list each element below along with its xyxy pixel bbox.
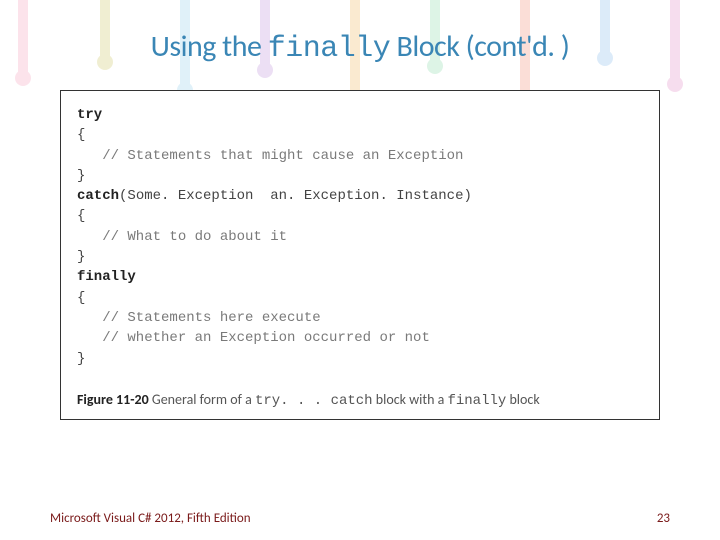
- kw-try: try: [77, 107, 102, 123]
- title-post: Block (cont'd. ): [390, 28, 569, 65]
- kw-catch: catch: [77, 188, 119, 204]
- brace: {: [77, 208, 85, 224]
- caption-text: General form of a: [149, 391, 255, 408]
- page-number: 23: [657, 511, 670, 526]
- brace: }: [77, 249, 85, 265]
- kw-finally: finally: [77, 269, 136, 285]
- title-pre: Using the: [151, 28, 268, 65]
- title-code: finally: [268, 32, 391, 66]
- caption-text: block: [506, 391, 539, 408]
- brace: }: [77, 351, 85, 367]
- comment: // What to do about it: [77, 229, 287, 245]
- caption-code: finally: [447, 393, 506, 409]
- code-block: try { // Statements that might cause an …: [77, 105, 643, 369]
- slide: Using the finally Block (cont'd. ) try {…: [0, 0, 720, 540]
- catch-args: (Some. Exception an. Exception. Instance…: [119, 188, 472, 204]
- footer-left: Microsoft Visual C# 2012, Fifth Edition: [50, 511, 251, 526]
- caption-code: try. . . catch: [255, 393, 373, 409]
- brace: }: [77, 168, 85, 184]
- comment: // Statements that might cause an Except…: [77, 148, 463, 164]
- comment: // whether an Exception occurred or not: [77, 330, 430, 346]
- comment: // Statements here execute: [77, 310, 321, 326]
- brace: {: [77, 127, 85, 143]
- slide-title: Using the finally Block (cont'd. ): [50, 28, 670, 66]
- figure-number: Figure 11-20: [77, 391, 149, 408]
- figure-box: try { // Statements that might cause an …: [60, 90, 660, 420]
- figure-caption: Figure 11-20 General form of a try. . . …: [77, 391, 643, 409]
- caption-text: block with a: [373, 391, 448, 408]
- brace: {: [77, 290, 85, 306]
- footer: Microsoft Visual C# 2012, Fifth Edition …: [50, 511, 670, 526]
